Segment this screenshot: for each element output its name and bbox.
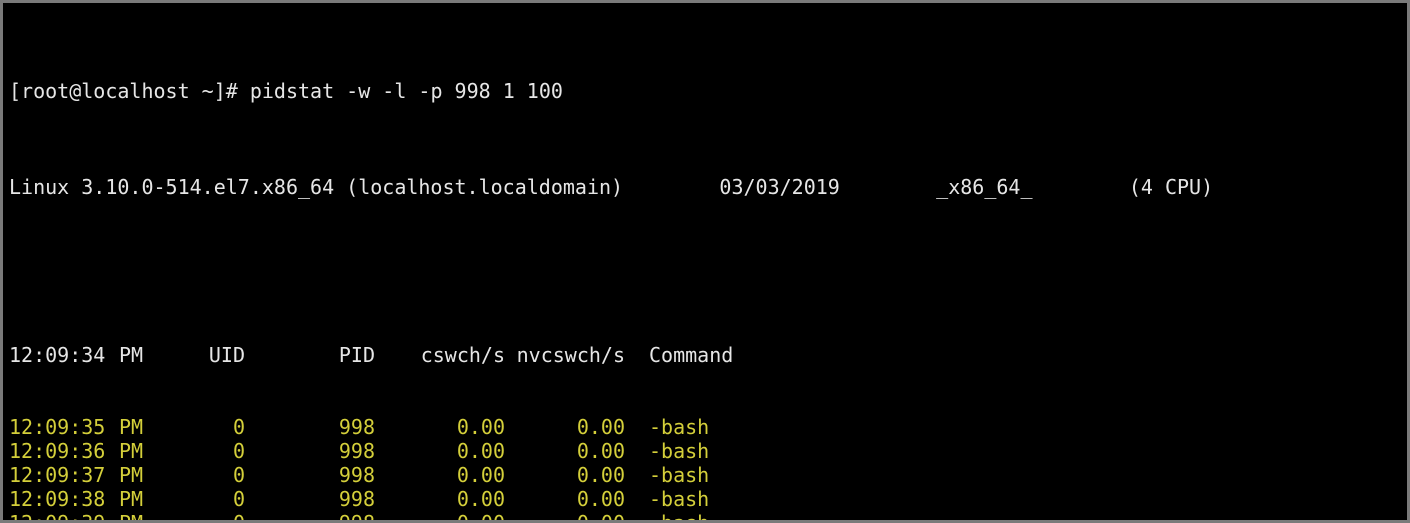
cell-cswch: 0.00 <box>375 487 505 511</box>
cell-uid: 0 <box>165 439 245 463</box>
col-uid: UID <box>165 343 245 367</box>
kernel-info: Linux 3.10.0-514.el7.x86_64 (localhost.l… <box>9 175 623 199</box>
cell-time: 12:09:35 <box>9 415 119 439</box>
cell-cswch: 0.00 <box>375 439 505 463</box>
cell-nvcswch: 0.00 <box>505 439 625 463</box>
header-gap3 <box>1033 175 1129 199</box>
pidstat-header: Linux 3.10.0-514.el7.x86_64 (localhost.l… <box>9 175 1401 199</box>
table-row: 12:09:38PM09980.000.00-bash <box>9 487 1401 511</box>
header-gap2 <box>840 175 936 199</box>
pidstat-table: 12:09:34PMUIDPIDcswch/snvcswch/sCommand … <box>9 295 1401 523</box>
cell-command: -bash <box>649 463 709 487</box>
cell-cswch: 0.00 <box>375 415 505 439</box>
cell-ampm: PM <box>119 463 165 487</box>
col-cswch: cswch/s <box>375 343 505 367</box>
cell-ampm: PM <box>119 511 165 523</box>
cell-command: -bash <box>649 439 709 463</box>
cell-ampm: PM <box>119 439 165 463</box>
cell-command: -bash <box>649 511 709 523</box>
cell-nvcswch: 0.00 <box>505 463 625 487</box>
cell-pid: 998 <box>245 463 375 487</box>
cpu-count: (4 CPU) <box>1129 175 1213 199</box>
cell-nvcswch: 0.00 <box>505 511 625 523</box>
cell-time: 12:09:38 <box>9 487 119 511</box>
col-pid: PID <box>245 343 375 367</box>
table-row: 12:09:36PM09980.000.00-bash <box>9 439 1401 463</box>
shell-prompt: [root@localhost ~]# <box>9 79 250 103</box>
terminal-window[interactable]: [root@localhost ~]# pidstat -w -l -p 998… <box>0 0 1410 523</box>
cell-pid: 998 <box>245 511 375 523</box>
cell-pid: 998 <box>245 415 375 439</box>
col-time: 12:09:34 <box>9 343 119 367</box>
cell-cswch: 0.00 <box>375 463 505 487</box>
header-gap1 <box>623 175 719 199</box>
cell-time: 12:09:37 <box>9 463 119 487</box>
col-command: Command <box>649 343 733 367</box>
cell-cswch: 0.00 <box>375 511 505 523</box>
cell-command: -bash <box>649 487 709 511</box>
cell-time: 12:09:36 <box>9 439 119 463</box>
cell-ampm: PM <box>119 487 165 511</box>
cell-uid: 0 <box>165 463 245 487</box>
col-nvcswch: nvcswch/s <box>505 343 625 367</box>
cell-uid: 0 <box>165 511 245 523</box>
table-row: 12:09:35PM09980.000.00-bash <box>9 415 1401 439</box>
table-header-row: 12:09:34PMUIDPIDcswch/snvcswch/s Command <box>9 343 1401 367</box>
cell-command: -bash <box>649 415 709 439</box>
col-ampm: PM <box>119 343 165 367</box>
cell-nvcswch: 0.00 <box>505 487 625 511</box>
prompt-line: [root@localhost ~]# pidstat -w -l -p 998… <box>9 79 1401 103</box>
cell-ampm: PM <box>119 415 165 439</box>
cell-pid: 998 <box>245 439 375 463</box>
date: 03/03/2019 <box>719 175 839 199</box>
arch: _x86_64_ <box>936 175 1032 199</box>
table-row: 12:09:39PM09980.000.00-bash <box>9 511 1401 523</box>
entered-command: pidstat -w -l -p 998 1 100 <box>250 79 563 103</box>
cell-nvcswch: 0.00 <box>505 415 625 439</box>
cell-uid: 0 <box>165 487 245 511</box>
cell-uid: 0 <box>165 415 245 439</box>
table-row: 12:09:37PM09980.000.00-bash <box>9 463 1401 487</box>
cell-time: 12:09:39 <box>9 511 119 523</box>
cell-pid: 998 <box>245 487 375 511</box>
